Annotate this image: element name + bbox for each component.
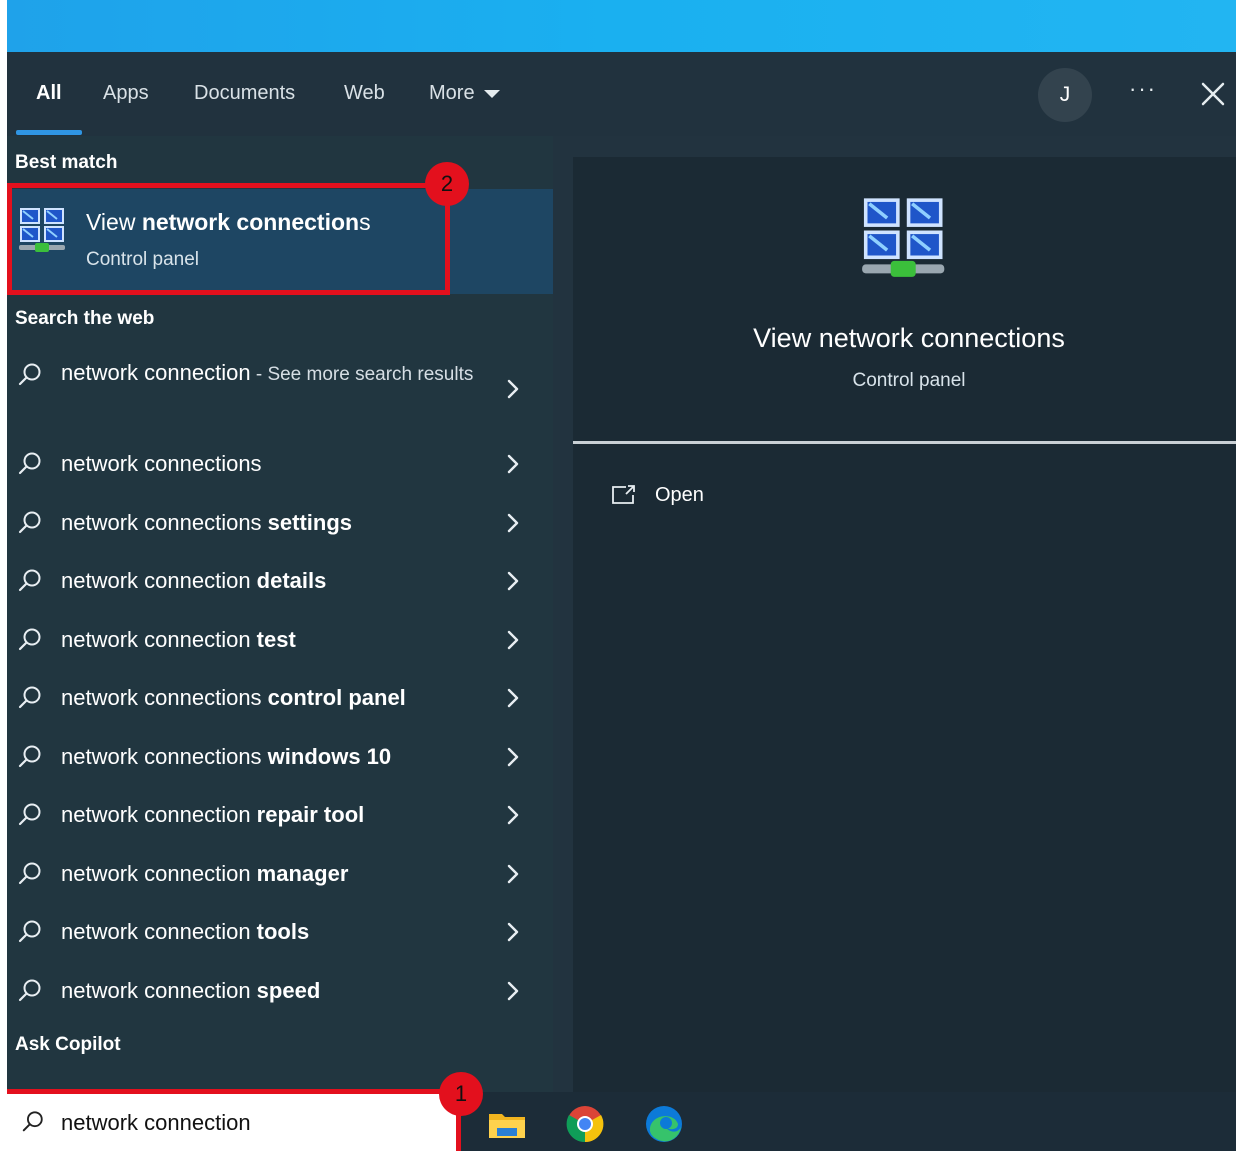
chevron-right-icon [507,379,519,399]
web-result-text: network connection - See more search res… [61,360,474,385]
open-action-label: Open [655,483,704,506]
search-icon [18,686,41,709]
web-result-item[interactable]: network connection speed [7,964,553,1020]
web-result-item[interactable]: network connection details [7,554,553,610]
detail-subtitle: Control panel [852,370,966,391]
chevron-right-icon [507,688,519,708]
network-connections-large-icon [862,198,945,277]
tab-more[interactable]: More [429,82,500,105]
network-connections-icon [19,208,65,252]
more-options-glyph: ··· [1129,76,1157,101]
web-result-text: network connections control panel [61,685,406,710]
tab-all[interactable]: All [36,82,62,105]
search-icon [22,1111,43,1132]
tab-documents[interactable]: Documents [194,82,295,105]
chevron-right-icon [507,922,519,942]
best-match-heading: Best match [15,152,118,173]
tab-documents-label: Documents [194,82,296,104]
user-avatar[interactable]: J [1038,68,1092,122]
taskbar-search-input[interactable]: network connection [7,1092,457,1151]
open-external-icon [612,485,635,504]
avatar-initial: J [1059,83,1071,106]
tab-apps[interactable]: Apps [103,82,149,105]
web-result-text: network connections settings [61,510,353,535]
desktop-wallpaper-strip [0,0,1236,52]
tab-web[interactable]: Web [344,82,385,105]
close-icon[interactable] [1199,80,1227,108]
web-result-text: network connections [61,451,262,476]
tab-all-label: All [36,82,62,104]
annotation-badge-1-label: 1 [454,1081,468,1106]
web-result-item[interactable]: network connection test [7,613,553,669]
web-result-item[interactable]: network connection - See more search res… [7,348,553,430]
web-result-text: network connection test [61,627,296,652]
search-icon [18,569,41,592]
tab-web-label: Web [344,82,385,104]
web-result-item[interactable]: network connection manager [7,847,553,903]
detail-divider [573,441,1236,444]
search-icon [18,363,41,386]
web-result-text: network connection details [61,568,327,593]
active-tab-indicator [16,130,82,135]
search-icon [18,920,41,943]
annotation-badge-2-label: 2 [440,171,454,196]
search-header: All Apps Documents Web More J ··· [7,52,1236,136]
chevron-right-icon [507,571,519,591]
caret-down-icon [483,89,500,98]
chrome-icon[interactable] [565,1104,605,1144]
chevron-right-icon [507,454,519,474]
chevron-right-icon [507,747,519,767]
edge-icon[interactable] [644,1104,684,1144]
best-match-item[interactable]: View network connections Control panel [7,189,553,294]
more-options-icon[interactable]: ··· [1129,76,1157,102]
annotation-badge-1: 1 [439,1072,483,1116]
chevron-right-icon [507,864,519,884]
web-result-item[interactable]: network connections settings [7,496,553,552]
best-match-title: View network connections [86,209,371,235]
search-icon [18,745,41,768]
search-icon [18,452,41,475]
chevron-right-icon [507,513,519,533]
web-result-text: network connection repair tool [61,802,365,827]
ask-copilot-heading: Ask Copilot [15,1034,121,1055]
web-result-text: network connections windows 10 [61,744,392,769]
search-query-text: network connection [61,1110,251,1135]
web-result-item[interactable]: network connections windows 10 [7,730,553,786]
web-result-item[interactable]: network connection tools [7,905,553,961]
web-result-item[interactable]: network connections control panel [7,671,553,727]
search-icon [18,803,41,826]
annotation-badge-2: 2 [425,162,469,206]
web-result-text: network connection speed [61,978,321,1003]
web-result-item[interactable]: network connections [7,437,553,493]
search-web-heading: Search the web [15,308,155,329]
chevron-right-icon [507,805,519,825]
results-list: Best match View network connections Cont… [7,136,553,1092]
chevron-right-icon [507,630,519,650]
detail-pane: View network connections Control panel O… [573,157,1236,1092]
best-match-subtitle: Control panel [86,249,200,270]
search-icon [18,979,41,1002]
start-search-panel: All Apps Documents Web More J ··· Best m… [7,52,1236,1092]
taskbar: network connection [7,1092,1236,1151]
chevron-right-icon [507,981,519,1001]
search-icon [18,862,41,885]
web-result-text: network connection tools [61,919,310,944]
tab-more-label: More [429,82,475,104]
search-icon [18,511,41,534]
page-margin [0,0,7,1151]
detail-title: View network connections [753,323,1065,353]
open-action[interactable]: Open [611,477,704,513]
web-result-text: network connection manager [61,861,349,886]
web-result-item[interactable]: network connection repair tool [7,788,553,844]
search-icon [18,628,41,651]
tab-apps-label: Apps [103,82,149,104]
file-explorer-icon[interactable] [487,1104,527,1144]
